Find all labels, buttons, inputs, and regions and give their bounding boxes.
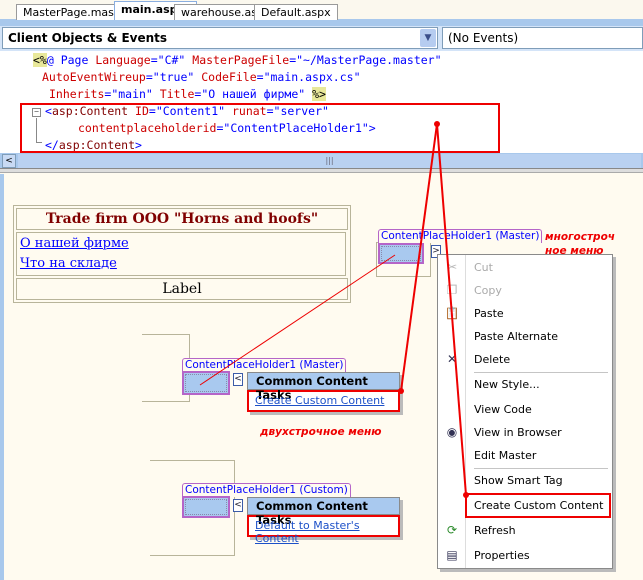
document-tabs: MasterPage.master* main.aspx* warehouse.…: [0, 0, 643, 21]
copy-icon: ❐: [446, 283, 458, 297]
cph-tag: ContentPlaceHolder1 (Master): [378, 229, 543, 243]
menu-item-cut: Cut: [474, 261, 493, 274]
code-token: CodeFile: [201, 70, 257, 84]
annotation-box: [20, 103, 500, 153]
tab-default[interactable]: Default.aspx: [254, 4, 338, 20]
menu-item-new-style[interactable]: New Style...: [474, 375, 540, 395]
create-custom-content-link[interactable]: Create Custom Content: [255, 394, 384, 407]
design-left-strip: [0, 174, 4, 580]
menu-item-edit-master[interactable]: Edit Master: [474, 446, 536, 466]
combo-value: (No Events): [448, 31, 519, 45]
content-placeholder[interactable]: [378, 243, 424, 264]
code-token: @ Page: [46, 53, 96, 67]
client-objects-combo[interactable]: Client Objects & Events ▼: [2, 27, 438, 49]
menu-item-show-smart-tag[interactable]: Show Smart Tag: [474, 471, 563, 491]
code-token: MasterPageFile: [192, 53, 290, 67]
menu-item-view-in-browser[interactable]: View in Browser: [474, 423, 562, 443]
link-about[interactable]: О нашей фирме: [20, 234, 342, 254]
combo-value: Client Objects & Events: [8, 31, 168, 45]
events-combo[interactable]: (No Events): [442, 27, 643, 49]
code-token: ="C#": [150, 53, 193, 67]
panel-header: Common Content Tasks: [247, 497, 400, 527]
code-token: ="main.aspx.cs": [256, 70, 361, 84]
refresh-icon: ⟳: [446, 523, 458, 537]
smart-tag-collapse-icon[interactable]: <: [233, 499, 243, 512]
horizontal-scrollbar[interactable]: < |||: [0, 153, 643, 169]
menu-item-refresh[interactable]: Refresh: [474, 521, 516, 541]
menu-item-copy: Copy: [474, 284, 502, 297]
smart-tag-collapse-icon[interactable]: <: [233, 373, 243, 386]
splitter[interactable]: [0, 169, 643, 173]
scissors-icon: ✂: [446, 260, 458, 274]
panel-header: Common Content Tasks: [247, 372, 400, 402]
menu-item-create-custom-content[interactable]: Create Custom Content: [465, 493, 611, 518]
menu-separator: [474, 468, 608, 469]
master-layout-table: Trade firm OOO "Horns and hoofs" О нашей…: [13, 205, 351, 303]
menu-separator: [474, 372, 608, 373]
label-control: Label: [16, 278, 348, 300]
menu-item-paste[interactable]: Paste: [474, 304, 504, 324]
content-placeholder[interactable]: [182, 371, 230, 395]
code-editor[interactable]: <%@ Page Language="C#" MasterPageFile="~…: [0, 51, 643, 153]
menu-item-paste-alternate[interactable]: Paste Alternate: [474, 327, 558, 347]
scroll-left-icon[interactable]: <: [2, 154, 16, 168]
annotation-two-line-menu: двухстрочное меню: [260, 426, 382, 438]
code-token: AutoEventWireup: [42, 70, 146, 84]
content-placeholder[interactable]: [182, 496, 230, 518]
link-warehouse[interactable]: Что на складе: [20, 254, 342, 274]
default-to-master-link[interactable]: Default to Master's Content: [255, 519, 360, 545]
code-token: Language: [95, 53, 151, 67]
common-content-tasks-panel: Common Content Tasks Default to Master's…: [247, 497, 400, 545]
menu-item-delete[interactable]: Delete: [474, 350, 510, 370]
site-title: Trade firm OOO "Horns and hoofs": [16, 208, 348, 230]
properties-icon: ▤: [446, 548, 458, 562]
code-token: ="О нашей фирме": [194, 87, 313, 101]
menu-item-properties[interactable]: Properties: [474, 546, 530, 566]
chevron-down-icon[interactable]: ▼: [420, 29, 436, 47]
code-token: Title: [159, 87, 195, 101]
code-token: Inherits: [49, 87, 105, 101]
common-content-tasks-panel: Common Content Tasks Create Custom Conte…: [247, 372, 400, 412]
code-token: ="~/MasterPage.master": [289, 53, 442, 67]
delete-x-icon: ✕: [446, 352, 458, 366]
cph-tag: ContentPlaceHolder1 (Master): [182, 358, 347, 372]
code-token: ="true": [145, 70, 202, 84]
context-menu: Cut ✂ Copy ❐ Paste 📋 Paste Alternate Delete ✕ New…: [437, 254, 613, 569]
cph-tag: ContentPlaceHolder1 (Custom): [182, 483, 351, 497]
scroll-thumb[interactable]: |||: [18, 154, 641, 168]
code-token: %>: [312, 87, 326, 101]
code-token: ="main": [104, 87, 160, 101]
navigation-bar: Client Objects & Events ▼ (No Events): [0, 26, 643, 51]
browser-icon: ◉: [446, 425, 458, 439]
menu-item-view-code[interactable]: View Code: [474, 400, 532, 420]
paste-icon: 📋: [444, 306, 460, 320]
code-token: <%: [33, 53, 47, 67]
